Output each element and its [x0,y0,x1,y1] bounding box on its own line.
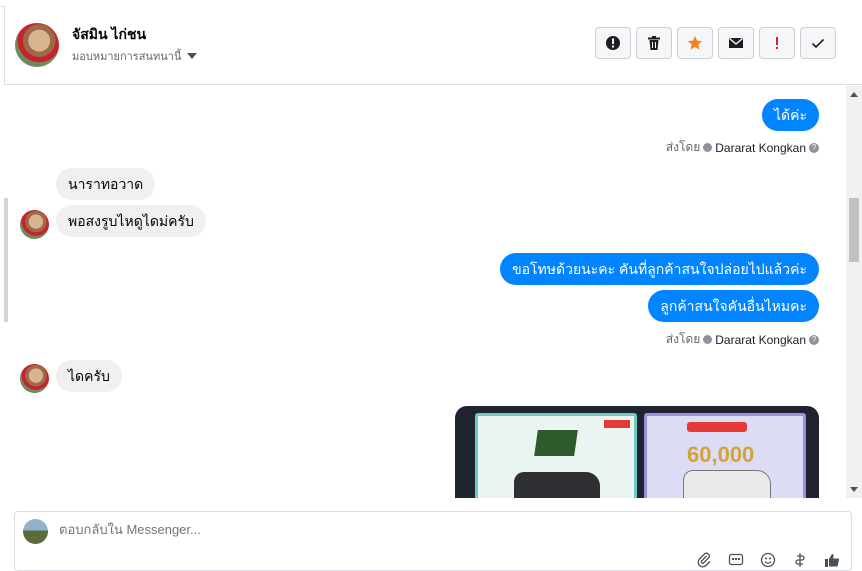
message-thread[interactable]: ได้ค่ะ ส่งโดย Dararat Kongkan ? นาราทอวา… [4,86,846,498]
message-bubble-incoming[interactable]: พอสงรูบไหดูไดม่ครับ [56,205,206,237]
sent-by-label: ส่งโดย Dararat Kongkan ? [666,330,819,349]
envelope-icon [729,37,743,48]
sent-by-author: Dararat Kongkan [715,140,806,155]
check-circle-icon [703,143,713,152]
scroll-up-icon[interactable] [850,92,858,97]
scrollbar-thumb[interactable] [849,198,859,262]
sender-avatar [20,364,49,393]
message-bubble-outgoing[interactable]: ได้ค่ะ [761,99,819,131]
sent-by-prefix: ส่งโดย [665,332,701,346]
caret-down-icon [187,53,198,59]
assign-conversation-dropdown[interactable]: มอบหมายการสนทนานี้ [72,47,198,65]
reply-tools [695,552,841,568]
image-backdrop [534,430,578,456]
message-bubble-outgoing[interactable]: ลูกค้าสนใจคันอื่นไหมคะ [648,290,819,322]
help-icon[interactable]: ? [809,142,819,153]
tag-icon[interactable] [791,552,809,568]
check-icon [811,38,825,49]
price-text: 60,000 [687,442,755,467]
red-tag [604,420,630,428]
header-actions [595,27,836,59]
delete-button[interactable] [636,27,672,59]
scroll-down-icon[interactable] [850,487,858,492]
pickup-truck-white [683,470,771,498]
star-icon [687,36,703,50]
reply-input[interactable] [59,522,459,537]
mark-unread-button[interactable] [718,27,754,59]
trash-icon [648,36,660,50]
message-bubble-incoming[interactable]: ไดครับ [56,360,122,392]
attachment-icon[interactable] [695,552,713,568]
spam-button[interactable] [595,27,631,59]
exclamation-icon [776,37,778,49]
image-panel-right: 60,000 [644,413,806,498]
star-button[interactable] [677,27,713,59]
sent-by-author: Dararat Kongkan [715,332,806,347]
thread-left-indicator [4,198,8,322]
reply-box[interactable] [14,511,852,571]
contact-avatar[interactable] [15,23,59,67]
sent-by-label: ส่งโดย Dararat Kongkan ? [666,138,819,157]
alert-circle-icon [606,36,620,50]
follow-up-button[interactable] [759,27,795,59]
check-circle-icon [703,335,713,344]
reply-bar [0,498,862,571]
pickup-truck-dark [514,472,600,498]
help-icon[interactable]: ? [809,334,819,345]
assign-label: มอบหมายการสนทนานี้ [72,51,182,63]
conversation-header: จัสมิน ไก่ชน มอบหมายการสนทนานี้ [4,6,862,85]
message-bubble-incoming[interactable]: นาราทอวาด [56,168,156,200]
thread-scrollbar[interactable] [846,86,862,498]
sent-by-prefix: ส่งโดย [665,140,701,154]
message-bubble-outgoing[interactable]: ขอโทษด้วยนะคะ คันที่ลูกค้าสนใจปล่อยไปแล้… [500,253,819,285]
contact-name[interactable]: จัสมิน ไก่ชน [72,24,146,46]
saved-reply-icon[interactable] [727,552,745,568]
done-button[interactable] [800,27,836,59]
emoji-icon[interactable] [759,552,777,568]
red-banner [687,422,747,432]
sender-avatar [20,210,49,239]
car-listing-image[interactable]: 60,000 [455,406,819,498]
page-avatar [23,519,48,544]
image-panel-left [475,413,637,498]
thumbs-up-icon[interactable] [823,552,841,568]
